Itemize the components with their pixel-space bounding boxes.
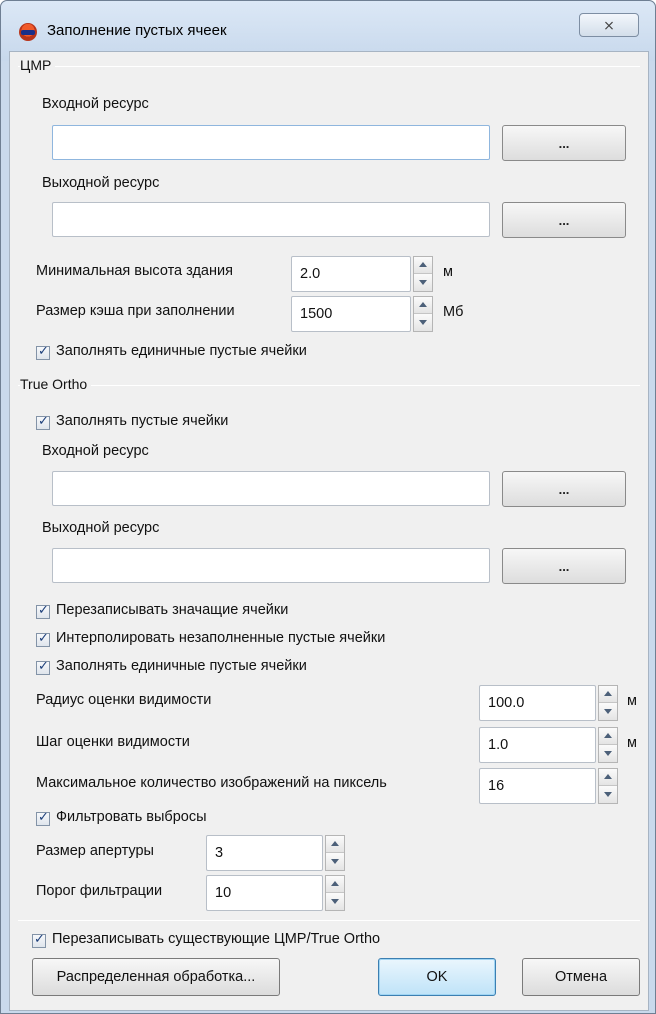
spin-down-icon[interactable]	[599, 745, 617, 762]
min-height-spinner[interactable]	[413, 256, 433, 292]
spin-up-icon[interactable]	[599, 728, 617, 745]
window-title: Заполнение пустых ячеек	[47, 22, 227, 39]
cache-size-spinner[interactable]	[413, 296, 433, 332]
true-ortho-group-frame	[18, 385, 640, 386]
min-height-unit: м	[443, 264, 453, 280]
spin-down-icon[interactable]	[599, 786, 617, 803]
to-interpolate-label: Интерполировать незаполненные пустые яче…	[56, 630, 386, 646]
spin-up-icon[interactable]	[599, 769, 617, 786]
app-logo-icon	[19, 23, 37, 41]
dialog-client-area: ЦМР Входной ресурс ... Выходной ресурс .…	[9, 51, 649, 1011]
radius-spinner[interactable]	[598, 685, 618, 721]
dem-input-label: Входной ресурс	[42, 96, 149, 112]
footer-divider	[18, 920, 640, 921]
spin-up-icon[interactable]	[326, 836, 344, 853]
step-unit: м	[627, 735, 637, 751]
min-height-label: Минимальная высота здания	[36, 263, 233, 279]
dialog-window: Заполнение пустых ячеек ⨯ ЦМР Входной ре…	[0, 0, 656, 1014]
max-images-spinner[interactable]	[598, 768, 618, 804]
aperture-input[interactable]: 3	[206, 835, 323, 871]
threshold-label: Порог фильтрации	[36, 883, 163, 899]
spin-down-icon[interactable]	[326, 893, 344, 910]
distributed-processing-button[interactable]: Распределенная обработка...	[32, 958, 280, 996]
to-fill-empty-label: Заполнять пустые ячейки	[56, 413, 229, 429]
max-images-input[interactable]: 16	[479, 768, 596, 804]
spin-up-icon[interactable]	[414, 297, 432, 314]
cache-size-label: Размер кэша при заполнении	[36, 303, 235, 319]
close-button[interactable]: ⨯	[579, 13, 639, 37]
dem-output-field[interactable]	[52, 202, 490, 237]
to-output-label: Выходной ресурс	[42, 520, 160, 536]
spin-down-icon[interactable]	[326, 853, 344, 870]
radius-input[interactable]: 100.0	[479, 685, 596, 721]
dem-group-frame	[18, 66, 640, 67]
spin-down-icon[interactable]	[599, 703, 617, 720]
spin-up-icon[interactable]	[414, 257, 432, 274]
cache-size-input[interactable]: 1500	[291, 296, 411, 332]
radius-unit: м	[627, 693, 637, 709]
filter-outliers-checkbox[interactable]	[36, 810, 50, 826]
dem-output-label: Выходной ресурс	[42, 175, 160, 191]
to-output-browse-button[interactable]: ...	[502, 548, 626, 584]
to-input-browse-button[interactable]: ...	[502, 471, 626, 507]
overwrite-existing-label: Перезаписывать существующие ЦМР/True Ort…	[52, 931, 381, 947]
max-images-label: Максимальное количество изображений на п…	[36, 775, 387, 791]
step-label: Шаг оценки видимости	[36, 734, 190, 750]
dem-input-browse-button[interactable]: ...	[502, 125, 626, 161]
spin-up-icon[interactable]	[599, 686, 617, 703]
step-input[interactable]: 1.0	[479, 727, 596, 763]
spin-down-icon[interactable]	[414, 274, 432, 291]
aperture-label: Размер апертуры	[36, 843, 154, 859]
dem-fill-single-checkbox[interactable]	[36, 344, 50, 360]
to-overwrite-checkbox[interactable]	[36, 603, 50, 619]
radius-label: Радиус оценки видимости	[36, 692, 212, 708]
cancel-button[interactable]: Отмена	[522, 958, 640, 996]
threshold-input[interactable]: 10	[206, 875, 323, 911]
to-fill-empty-checkbox[interactable]	[36, 414, 50, 430]
to-output-field[interactable]	[52, 548, 490, 583]
aperture-spinner[interactable]	[325, 835, 345, 871]
dem-input-field[interactable]	[52, 125, 490, 160]
step-spinner[interactable]	[598, 727, 618, 763]
ok-button[interactable]: OK	[378, 958, 496, 996]
dem-output-browse-button[interactable]: ...	[502, 202, 626, 238]
to-input-field[interactable]	[52, 471, 490, 506]
to-input-label: Входной ресурс	[42, 443, 149, 459]
min-height-input[interactable]: 2.0	[291, 256, 411, 292]
filter-outliers-label: Фильтровать выбросы	[56, 809, 207, 825]
dem-group-title: ЦМР	[20, 57, 56, 73]
to-fill-single-checkbox[interactable]	[36, 659, 50, 675]
to-overwrite-label: Перезаписывать значащие ячейки	[56, 602, 289, 618]
spin-up-icon[interactable]	[326, 876, 344, 893]
cache-size-unit: Мб	[443, 304, 464, 320]
spin-down-icon[interactable]	[414, 314, 432, 331]
threshold-spinner[interactable]	[325, 875, 345, 911]
overwrite-existing-checkbox[interactable]	[32, 932, 46, 948]
true-ortho-group-title: True Ortho	[20, 376, 92, 392]
to-interpolate-checkbox[interactable]	[36, 631, 50, 647]
to-fill-single-label: Заполнять единичные пустые ячейки	[56, 658, 307, 674]
dem-fill-single-label: Заполнять единичные пустые ячейки	[56, 343, 307, 359]
